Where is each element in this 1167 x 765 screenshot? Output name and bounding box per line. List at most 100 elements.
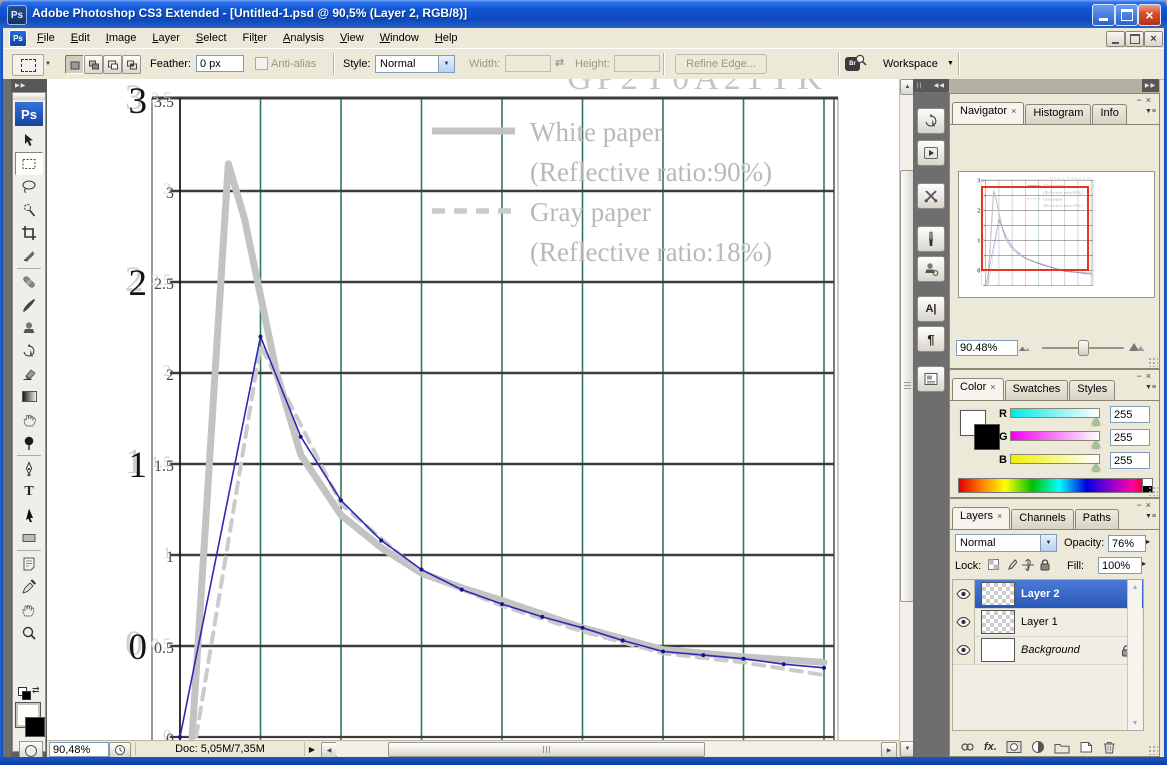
close-tab-icon[interactable]: ×: [990, 382, 995, 392]
navigator-zoom-input[interactable]: [956, 340, 1018, 356]
visibility-toggle[interactable]: [953, 580, 975, 608]
chevron-down-icon[interactable]: ▼: [947, 60, 954, 67]
resize-grip[interactable]: [1148, 357, 1158, 367]
default-colors-control[interactable]: ⇄: [15, 685, 43, 699]
close-icon[interactable]: ×: [1146, 500, 1155, 510]
character-panel-button[interactable]: A|: [917, 296, 945, 322]
green-slider[interactable]: [1010, 431, 1100, 441]
lock-transparency-icon[interactable]: [986, 557, 1001, 572]
delete-layer-button[interactable]: [1102, 740, 1116, 754]
gradient-tool[interactable]: [15, 385, 43, 408]
red-slider-thumb[interactable]: [1092, 418, 1100, 425]
panel-minimize-close[interactable]: −×: [1136, 95, 1155, 105]
layer-style-button[interactable]: fx.: [984, 741, 997, 753]
blue-slider-thumb[interactable]: [1092, 464, 1100, 471]
opacity-input[interactable]: [1108, 535, 1146, 552]
adjustment-layer-button[interactable]: [1031, 740, 1045, 754]
vertical-scrollbar[interactable]: ▲ ▼: [899, 79, 914, 757]
menu-filter[interactable]: Filter: [235, 30, 276, 46]
brush-tool[interactable]: [15, 293, 43, 316]
history-brush-tool[interactable]: [15, 339, 43, 362]
zoom-in-icon[interactable]: [1128, 339, 1146, 353]
color-spectrum-ramp[interactable]: [958, 478, 1153, 493]
minimize-icon[interactable]: −: [1136, 371, 1145, 381]
notes-tool[interactable]: [15, 552, 43, 575]
lock-pixels-icon[interactable]: [1003, 557, 1018, 572]
fill-input[interactable]: [1098, 557, 1142, 574]
lock-all-icon[interactable]: [1037, 557, 1052, 572]
layer-thumbnail[interactable]: [981, 638, 1015, 662]
white-swatch[interactable]: [1142, 479, 1152, 486]
layer-comps-panel-button[interactable]: [917, 366, 945, 392]
visibility-toggle[interactable]: [953, 608, 975, 636]
intersect-selection-mode-button[interactable]: [122, 55, 141, 74]
layer-row-layer1[interactable]: Layer 1: [953, 608, 1143, 637]
tab-info[interactable]: Info: [1092, 104, 1126, 124]
layer-thumbnail[interactable]: [981, 610, 1015, 634]
close-icon[interactable]: ×: [1146, 95, 1155, 105]
panels-collapse-button[interactable]: ▶▶: [1142, 79, 1159, 92]
panel-minimize-close[interactable]: −×: [1136, 371, 1155, 381]
scroll-right-button[interactable]: ▶: [881, 742, 897, 758]
navigator-view-box[interactable]: [981, 186, 1089, 271]
clone-stamp-tool[interactable]: [15, 316, 43, 339]
add-selection-mode-button[interactable]: [84, 55, 103, 74]
doc-minimize-button[interactable]: [1106, 31, 1125, 47]
minimize-button[interactable]: [1092, 4, 1115, 26]
menu-view[interactable]: View: [332, 30, 372, 46]
horizontal-scrollbar[interactable]: [336, 742, 880, 756]
close-icon[interactable]: ×: [1146, 371, 1155, 381]
minimize-icon[interactable]: −: [1136, 500, 1145, 510]
actions-panel-button[interactable]: [917, 140, 945, 166]
layer-thumbnail[interactable]: [981, 582, 1015, 606]
panel-menu-icon[interactable]: ▼≡: [1145, 108, 1156, 115]
shape-tool[interactable]: [15, 526, 43, 549]
pen-tool[interactable]: [15, 457, 43, 480]
blue-slider[interactable]: [1010, 454, 1100, 464]
tool-dropdown-icon[interactable]: ▼: [45, 61, 51, 67]
dock-collapse-bar[interactable]: || ◀◀: [913, 79, 949, 92]
crop-tool[interactable]: [15, 221, 43, 244]
panel-minimize-close[interactable]: −×: [1136, 500, 1155, 510]
fill-spinner-icon[interactable]: ▸: [1142, 559, 1146, 568]
lock-position-icon[interactable]: [1020, 557, 1035, 572]
paragraph-panel-button[interactable]: ¶: [917, 326, 945, 352]
history-panel-button[interactable]: [917, 108, 945, 134]
toolbox-collapse-bar[interactable]: ▶▶: [11, 79, 47, 92]
panel-menu-icon[interactable]: ▼≡: [1145, 384, 1156, 391]
red-value-input[interactable]: [1110, 406, 1150, 423]
document-canvas[interactable]: GP2Y0A21YK3.53.5332.52.5221.51.5110.50.5…: [47, 79, 899, 740]
rectangular-marquee-tool[interactable]: [15, 152, 43, 175]
layer-row-background[interactable]: Background: [953, 636, 1143, 665]
add-layer-mask-button[interactable]: [1006, 740, 1022, 754]
tab-navigator[interactable]: Navigator×: [952, 102, 1024, 124]
scroll-left-button[interactable]: ◀: [321, 742, 337, 758]
doc-close-button[interactable]: ×: [1144, 31, 1163, 47]
chevron-down-icon[interactable]: ▼: [1040, 535, 1056, 551]
zoom-out-icon[interactable]: [1018, 342, 1032, 353]
zoom-level-input[interactable]: [49, 742, 109, 757]
visibility-toggle[interactable]: [953, 636, 975, 664]
menu-help[interactable]: Help: [427, 30, 466, 46]
path-selection-tool[interactable]: [15, 503, 43, 526]
status-menu-arrow[interactable]: ▶: [305, 742, 319, 756]
new-group-button[interactable]: [1054, 741, 1070, 754]
blue-value-input[interactable]: [1110, 452, 1150, 469]
minimize-icon[interactable]: −: [1136, 95, 1145, 105]
scroll-down-icon[interactable]: ▼: [1129, 717, 1141, 729]
subtract-selection-mode-button[interactable]: [103, 55, 122, 74]
resize-grip[interactable]: [1148, 745, 1158, 755]
menu-analysis[interactable]: Analysis: [275, 30, 332, 46]
tab-color[interactable]: Color×: [952, 378, 1004, 400]
smudge-tool[interactable]: [15, 408, 43, 431]
navigator-zoom-slider-thumb[interactable]: [1078, 340, 1089, 356]
lasso-tool[interactable]: [15, 175, 43, 198]
feather-input[interactable]: [196, 55, 244, 72]
close-tab-icon[interactable]: ×: [1011, 106, 1016, 116]
toolbox-grab-bar[interactable]: [13, 93, 45, 100]
titlebar[interactable]: Ps Adobe Photoshop CS3 Extended - [Untit…: [0, 0, 1167, 28]
background-color-swatch[interactable]: [974, 424, 1000, 450]
layers-scrollbar[interactable]: ▲ ▼: [1127, 580, 1142, 730]
red-slider[interactable]: [1010, 408, 1100, 418]
background-color-swatch[interactable]: [25, 717, 45, 737]
